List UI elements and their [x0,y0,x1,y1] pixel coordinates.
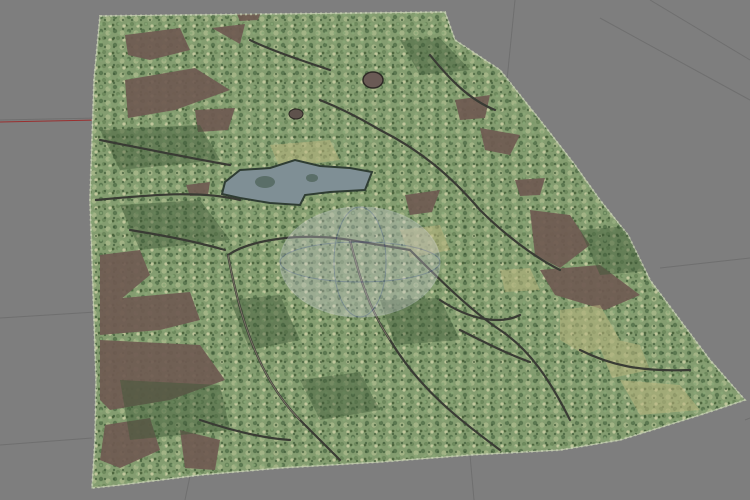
viewport-scene[interactable] [0,0,750,500]
axis-line [0,119,99,123]
pond [362,71,384,89]
pond [288,108,304,120]
3d-viewport[interactable] [0,0,750,500]
orbit-gizmo [279,206,441,318]
